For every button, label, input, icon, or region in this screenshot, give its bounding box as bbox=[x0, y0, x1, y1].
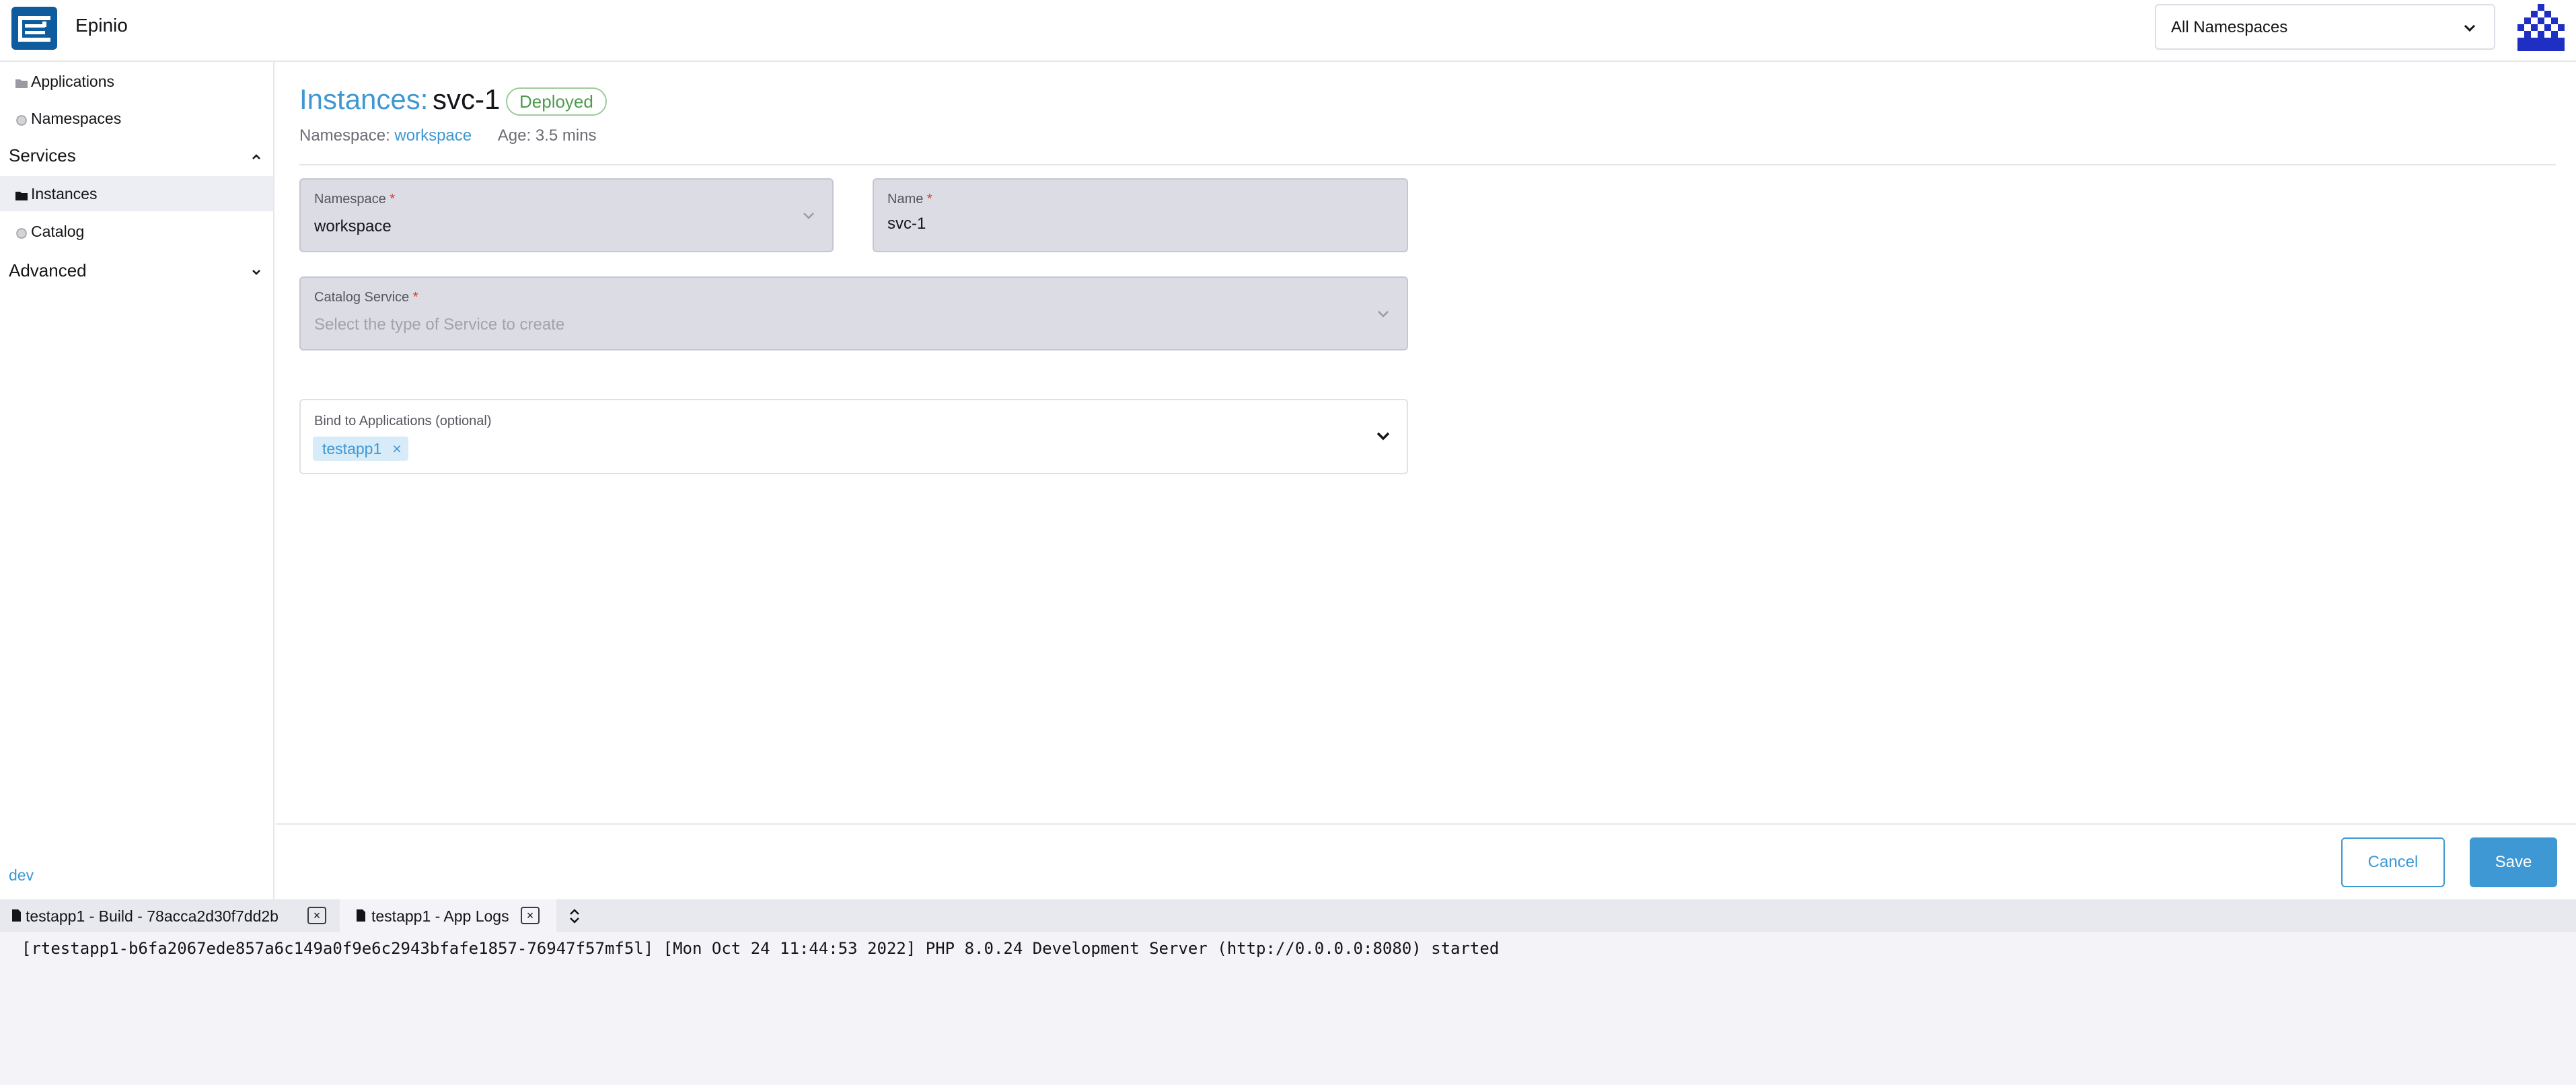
tag-label: testapp1 bbox=[322, 440, 382, 457]
sidebar-item-label: Applications bbox=[31, 73, 115, 90]
namespace-select[interactable]: Namespace * workspace bbox=[299, 178, 834, 252]
sidebar-item-namespaces[interactable]: Namespaces bbox=[0, 101, 273, 136]
divider bbox=[276, 823, 2576, 825]
epinio-logo-icon[interactable] bbox=[11, 7, 57, 50]
tag-remove-icon[interactable]: × bbox=[392, 440, 401, 457]
close-icon[interactable]: × bbox=[307, 907, 326, 924]
chevron-up-icon bbox=[249, 148, 264, 163]
catalog-service-label-text: Catalog Service bbox=[314, 290, 410, 305]
sidebar-item-label: Namespaces bbox=[31, 110, 122, 127]
circle-icon bbox=[15, 112, 28, 126]
sidebar: Applications Namespaces Services Instanc… bbox=[0, 62, 274, 899]
name-field[interactable]: Name * svc-1 bbox=[873, 178, 1408, 252]
log-line: [rtestapp1-b6fa2067ede857a6c149a0f9e6c29… bbox=[22, 939, 1500, 958]
log-tab-app-logs[interactable]: testapp1 - App Logs × bbox=[340, 899, 556, 932]
chevron-down-icon bbox=[249, 263, 264, 278]
close-icon[interactable]: × bbox=[521, 907, 540, 924]
chevron-down-icon[interactable] bbox=[1374, 427, 1392, 445]
sidebar-item-instances[interactable]: Instances bbox=[0, 176, 273, 211]
required-marker: * bbox=[390, 192, 396, 207]
sidebar-item-label: Instances bbox=[31, 185, 98, 202]
namespace-label-text: Namespace bbox=[314, 192, 386, 207]
namespace-filter-select[interactable]: All Namespaces bbox=[2155, 4, 2495, 50]
log-tab-bar: testapp1 - Build - 78acca2d30f7dd2b × te… bbox=[0, 899, 2576, 932]
cancel-button[interactable]: Cancel bbox=[2341, 837, 2445, 887]
required-marker: * bbox=[412, 290, 418, 305]
catalog-service-placeholder: Select the type of Service to create bbox=[314, 315, 565, 334]
log-tab-build[interactable]: testapp1 - Build - 78acca2d30f7dd2b × bbox=[0, 899, 340, 932]
sidebar-item-applications[interactable]: Applications bbox=[0, 64, 273, 99]
sidebar-item-catalog[interactable]: Catalog bbox=[0, 214, 273, 249]
top-header: Epinio All Namespaces bbox=[0, 0, 2576, 62]
log-tab-label: testapp1 - App Logs bbox=[371, 907, 509, 925]
namespace-link[interactable]: workspace bbox=[394, 126, 472, 145]
sidebar-group-label: Services bbox=[9, 145, 76, 165]
required-marker: * bbox=[926, 192, 932, 207]
bind-applications-select[interactable]: Bind to Applications (optional) testapp1… bbox=[299, 399, 1408, 474]
namespace-field-label: Namespace * bbox=[314, 192, 395, 207]
status-badge: Deployed bbox=[506, 87, 607, 116]
divider bbox=[299, 164, 2556, 165]
sidebar-item-label: Catalog bbox=[31, 223, 85, 240]
namespace-filter-value: All Namespaces bbox=[2171, 18, 2288, 36]
sidebar-group-advanced[interactable]: Advanced bbox=[0, 251, 273, 289]
folder-icon bbox=[15, 188, 28, 200]
namespace-value: workspace bbox=[314, 217, 392, 235]
app-title: Epinio bbox=[75, 15, 128, 36]
namespace-meta-label: Namespace: bbox=[299, 126, 390, 145]
name-field-label: Name * bbox=[887, 192, 932, 207]
selected-app-tag: testapp1 × bbox=[313, 437, 408, 461]
version-link[interactable]: dev bbox=[9, 866, 34, 885]
log-output[interactable]: [rtestapp1-b6fa2067ede857a6c149a0f9e6c29… bbox=[0, 932, 2576, 1085]
name-value: svc-1 bbox=[887, 215, 926, 233]
save-button[interactable]: Save bbox=[2470, 837, 2557, 887]
bind-applications-label: Bind to Applications (optional) bbox=[314, 414, 492, 428]
resource-meta: Namespace: workspace Age: 3.5 mins bbox=[299, 126, 597, 145]
chevron-down-icon bbox=[2460, 19, 2479, 38]
sidebar-group-services[interactable]: Services bbox=[0, 136, 273, 174]
name-label-text: Name bbox=[887, 192, 924, 207]
user-avatar-icon[interactable] bbox=[2517, 4, 2565, 51]
chevron-down-icon bbox=[800, 207, 817, 224]
page-title-prefix[interactable]: Instances: bbox=[299, 83, 428, 116]
folder-icon bbox=[15, 75, 28, 88]
file-icon bbox=[11, 908, 22, 922]
log-tab-label: testapp1 - Build - 78acca2d30f7dd2b bbox=[26, 907, 279, 925]
file-icon bbox=[356, 908, 366, 922]
page-title: svc-1 bbox=[433, 83, 501, 115]
circle-icon bbox=[15, 225, 28, 239]
age-meta: Age: 3.5 mins bbox=[497, 126, 597, 145]
expand-collapse-icon[interactable] bbox=[567, 907, 582, 925]
sidebar-group-label: Advanced bbox=[9, 260, 87, 280]
chevron-down-icon bbox=[1374, 305, 1392, 322]
catalog-service-field-label: Catalog Service * bbox=[314, 290, 418, 305]
catalog-service-select[interactable]: Catalog Service * Select the type of Ser… bbox=[299, 276, 1408, 350]
